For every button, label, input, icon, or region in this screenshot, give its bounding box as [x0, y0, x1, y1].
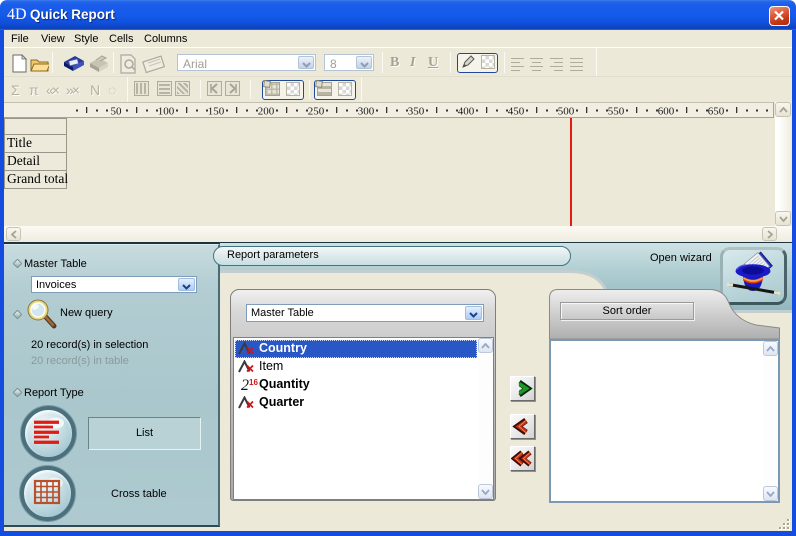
svg-text:150: 150	[208, 106, 225, 118]
svg-text:400: 400	[458, 106, 475, 118]
svg-text:50: 50	[111, 106, 123, 118]
svg-text:450: 450	[508, 106, 525, 118]
svg-text:300: 300	[358, 106, 375, 118]
svg-text:500: 500	[558, 106, 575, 118]
svg-text:250: 250	[308, 106, 325, 118]
svg-text:200: 200	[258, 106, 275, 118]
svg-text:600: 600	[658, 106, 675, 118]
svg-text:550: 550	[608, 106, 625, 118]
svg-text:650: 650	[708, 106, 725, 118]
svg-text:100: 100	[158, 106, 175, 118]
svg-text:350: 350	[408, 106, 425, 118]
